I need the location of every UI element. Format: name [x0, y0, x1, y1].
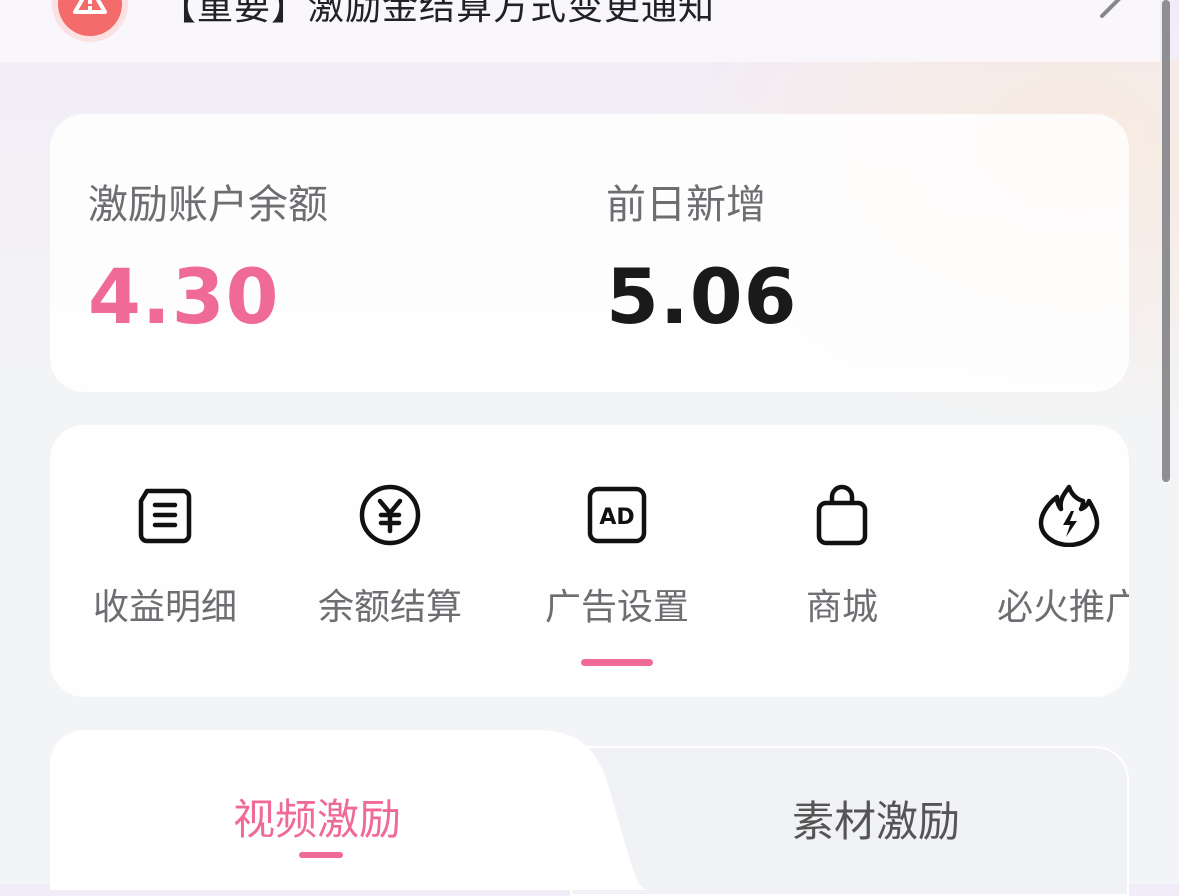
scrollbar[interactable] [1162, 0, 1170, 482]
warning-icon [58, 0, 122, 36]
shopping-bag-icon [816, 484, 868, 546]
menu-label: 必火推广 [996, 587, 1129, 628]
menu-item-ad-settings[interactable]: AD 广告设置 [502, 425, 732, 697]
menu-label: 广告设置 [544, 587, 689, 628]
yuan-icon [359, 484, 421, 546]
account-balance-label: 激励账户余额 [88, 182, 328, 228]
notice-title: 【重要】激励金结算方式变更通知 [160, 0, 716, 28]
tab-label: 视频激励 [233, 795, 402, 844]
active-indicator [581, 659, 653, 666]
menu-item-promotion[interactable]: 必火推广 [954, 425, 1129, 697]
menu-label: 余额结算 [317, 587, 462, 628]
menu-item-income-details[interactable]: 收益明细 [50, 425, 280, 697]
ad-icon: AD [587, 486, 647, 544]
list-icon [138, 488, 192, 544]
notice-bar[interactable]: 【重要】激励金结算方式变更通知 [0, 0, 1160, 62]
menu-label: 商城 [805, 587, 878, 628]
menu-item-balance-settlement[interactable]: 余额结算 [275, 425, 505, 697]
menu-item-mall[interactable]: 商城 [727, 425, 957, 697]
account-balance-value: 4.30 [88, 252, 280, 341]
yesterday-new-label: 前日新增 [606, 182, 766, 228]
active-tab-indicator [299, 852, 343, 858]
yesterday-new-value: 5.06 [606, 252, 798, 341]
svg-text:AD: AD [599, 505, 634, 530]
balance-card: 激励账户余额 4.30 前日新增 5.06 [50, 114, 1129, 392]
incentive-tabs: 素材激励 视频激励 [50, 730, 1129, 896]
tab-material-incentive[interactable]: 素材激励 [570, 746, 1129, 896]
tab-label: 素材激励 [792, 797, 961, 846]
chevron-right-icon [1100, 0, 1121, 18]
function-menu: 收益明细 余额结算 AD 广告设置 商城 必火推广 [50, 425, 1129, 697]
menu-label: 收益明细 [92, 587, 237, 628]
fire-icon [1038, 484, 1100, 547]
